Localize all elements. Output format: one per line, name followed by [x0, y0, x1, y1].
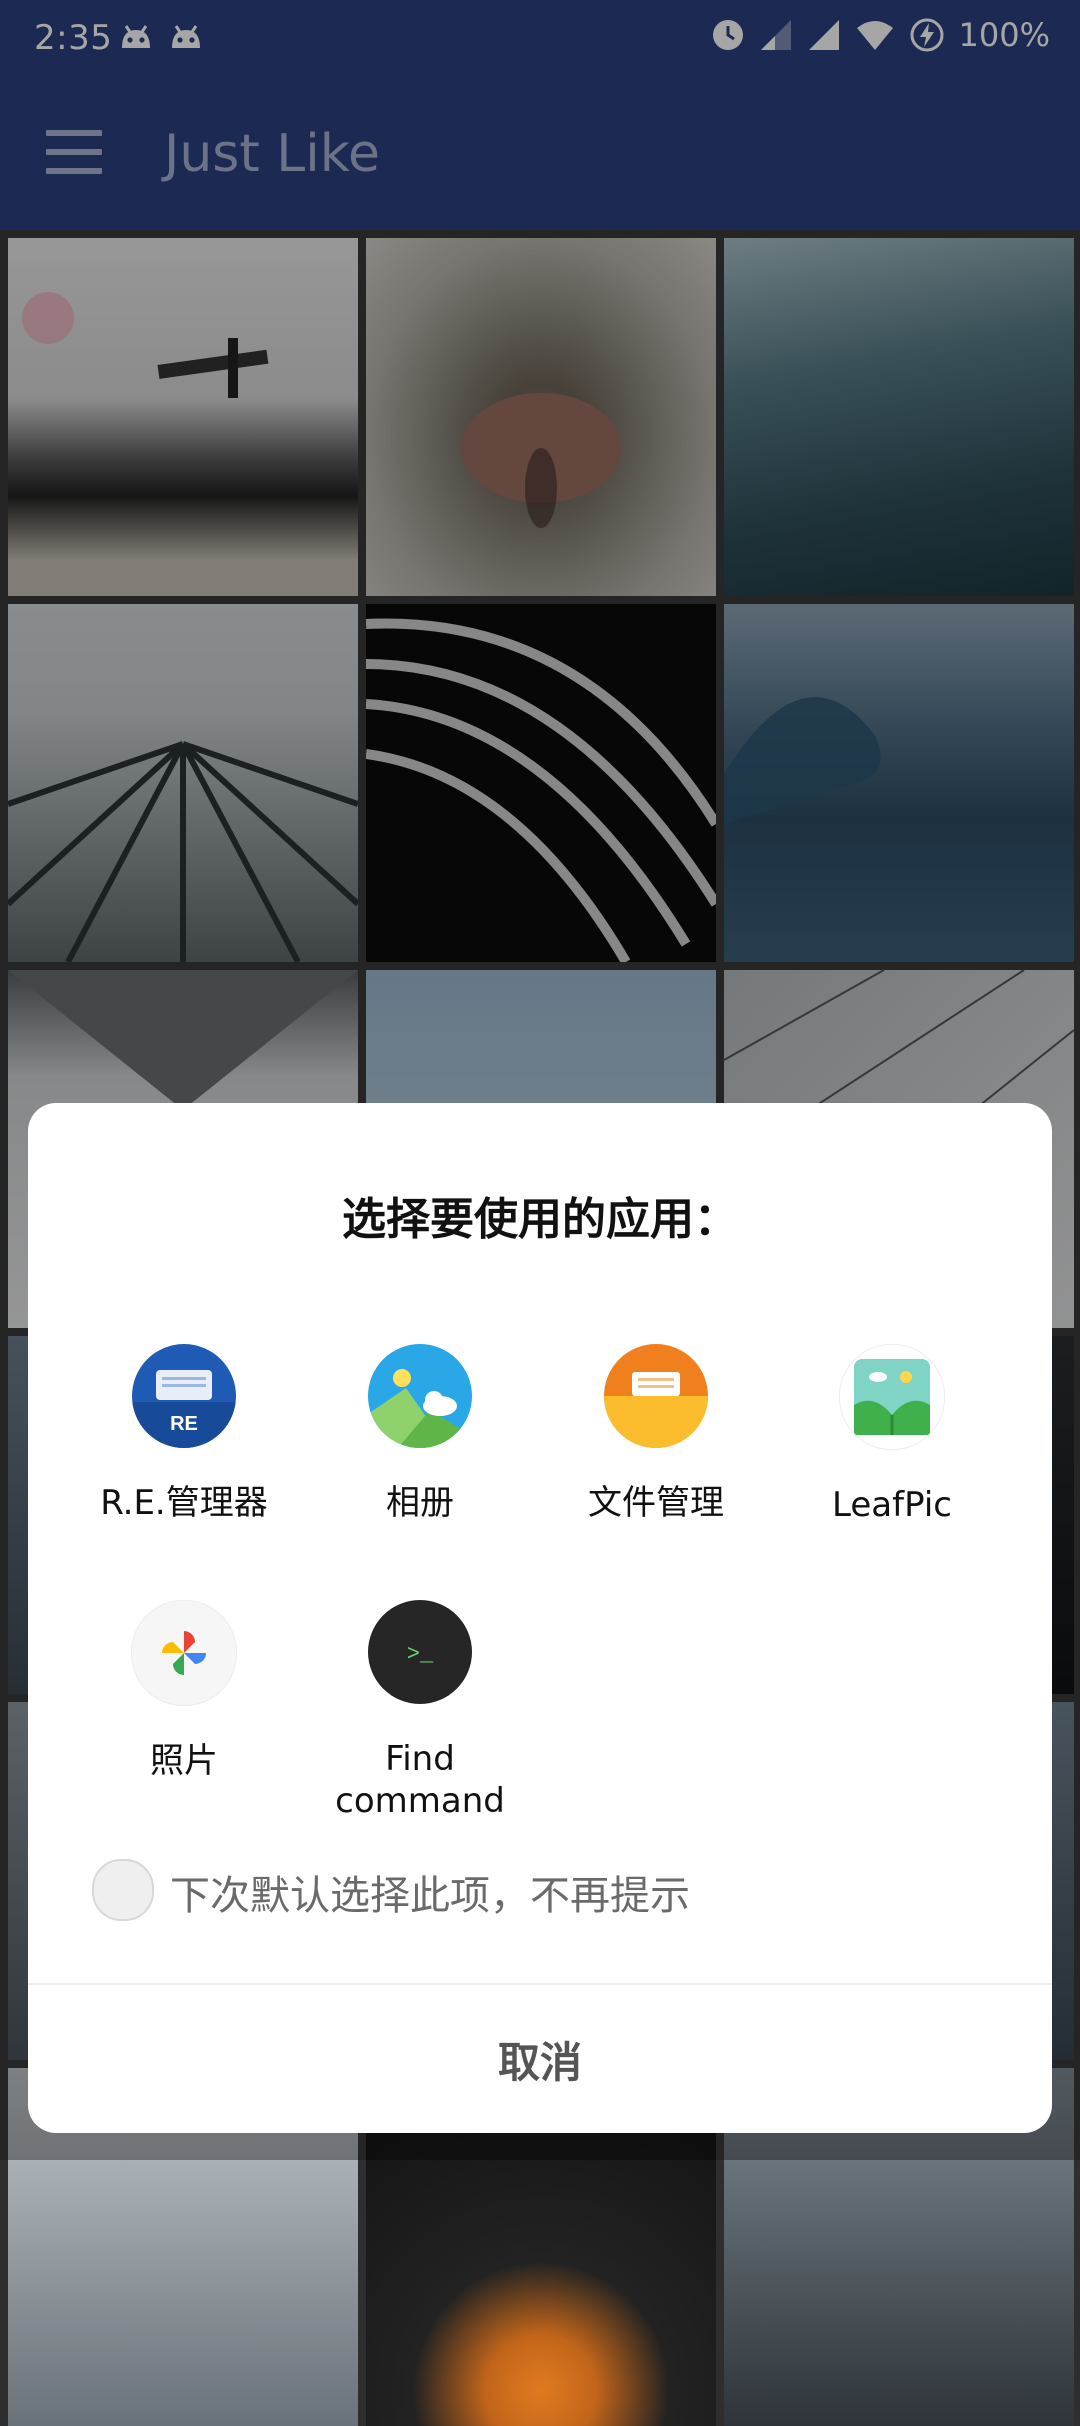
remember-choice-label[interactable]: 下次默认选择此项，不再提示: [170, 1863, 690, 1921]
google-photos-icon: [131, 1600, 237, 1706]
app-option-gallery[interactable]: 相册: [302, 1344, 538, 1524]
app-option-photos[interactable]: 照片: [66, 1600, 302, 1782]
app-label: R.E.管理器: [100, 1483, 268, 1523]
app-option-find-command[interactable]: >_ Find command: [302, 1600, 538, 1822]
app-option-re-manager[interactable]: RE R.E.管理器: [66, 1344, 302, 1524]
app-label: Find command: [335, 1739, 505, 1821]
app-option-leafpic[interactable]: LeafPic: [774, 1344, 1010, 1526]
gallery-icon: [368, 1344, 472, 1448]
file-manager-icon: [604, 1344, 708, 1448]
app-label: 照片: [150, 1741, 218, 1781]
terminal-icon: >_: [368, 1600, 472, 1704]
leafpic-icon: [839, 1344, 945, 1450]
app-label: LeafPic: [832, 1485, 952, 1525]
terminal-prompt: >_: [407, 1642, 434, 1667]
remember-choice-checkbox[interactable]: [92, 1859, 154, 1921]
re-manager-icon: RE: [132, 1344, 236, 1448]
app-label: 相册: [386, 1483, 454, 1523]
app-label: 文件管理: [588, 1483, 724, 1523]
re-badge: RE: [170, 1413, 198, 1435]
dialog-title: 选择要使用的应用：: [342, 1194, 738, 1245]
cancel-button[interactable]: 取消: [28, 1985, 1052, 2133]
app-option-file-manager[interactable]: 文件管理: [538, 1344, 774, 1524]
app-chooser-dialog: 选择要使用的应用： RE R.E.管理器 相册 文件管理 LeafPic 照片 …: [28, 1103, 1052, 2133]
